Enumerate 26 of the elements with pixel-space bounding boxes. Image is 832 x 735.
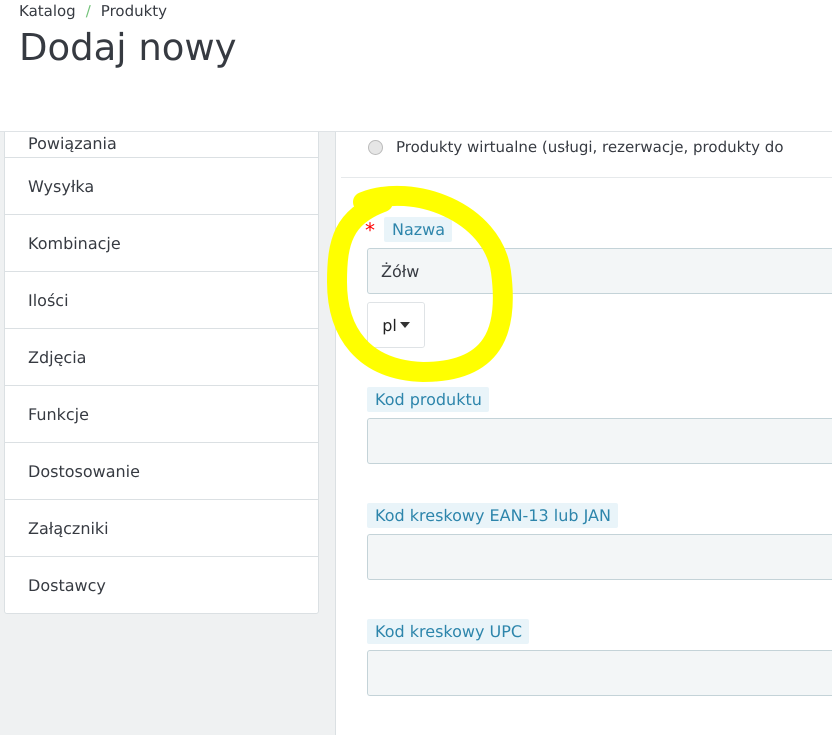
breadcrumb-link[interactable]: Produkty bbox=[100, 2, 168, 20]
field-label: Kod kreskowy UPC bbox=[367, 619, 530, 644]
sidebar-item[interactable]: Dostosowanie bbox=[5, 443, 318, 500]
sidebar-item[interactable]: Ilości bbox=[5, 272, 318, 329]
sidebar-item[interactable]: Zdjęcia bbox=[5, 329, 318, 386]
sidebar-item[interactable]: Dostawcy bbox=[5, 557, 318, 613]
field-label: Kod kreskowy EAN-13 lub JAN bbox=[367, 503, 618, 528]
input-field[interactable] bbox=[367, 418, 832, 464]
field-label: Kod produktu bbox=[367, 387, 489, 412]
sidebar-item[interactable]: Wysyłka bbox=[5, 158, 318, 215]
input-field[interactable]: Żółw bbox=[367, 248, 832, 294]
language-dropdown[interactable]: pl bbox=[367, 302, 425, 348]
page-title: Dodaj nowy bbox=[19, 26, 238, 70]
radio-label: Produkty wirtualne (usługi, rezerwacje, produkty do bbox=[396, 138, 784, 156]
radio-button[interactable] bbox=[368, 140, 383, 154]
input-field[interactable] bbox=[367, 534, 832, 580]
sidebar-item[interactable]: Powiązania bbox=[5, 132, 318, 158]
input-field[interactable] bbox=[367, 650, 832, 696]
required-asterisk: * bbox=[365, 220, 375, 240]
field-label: Nazwa bbox=[384, 217, 452, 242]
breadcrumb-separator: / bbox=[86, 2, 91, 20]
sidebar-item[interactable]: Funkcje bbox=[5, 386, 318, 443]
sidebar-item[interactable]: Załączniki bbox=[5, 500, 318, 557]
sidebar-item[interactable]: Kombinacje bbox=[5, 215, 318, 272]
breadcrumb-link[interactable]: Katalog bbox=[19, 2, 76, 20]
caret-icon bbox=[400, 322, 410, 328]
